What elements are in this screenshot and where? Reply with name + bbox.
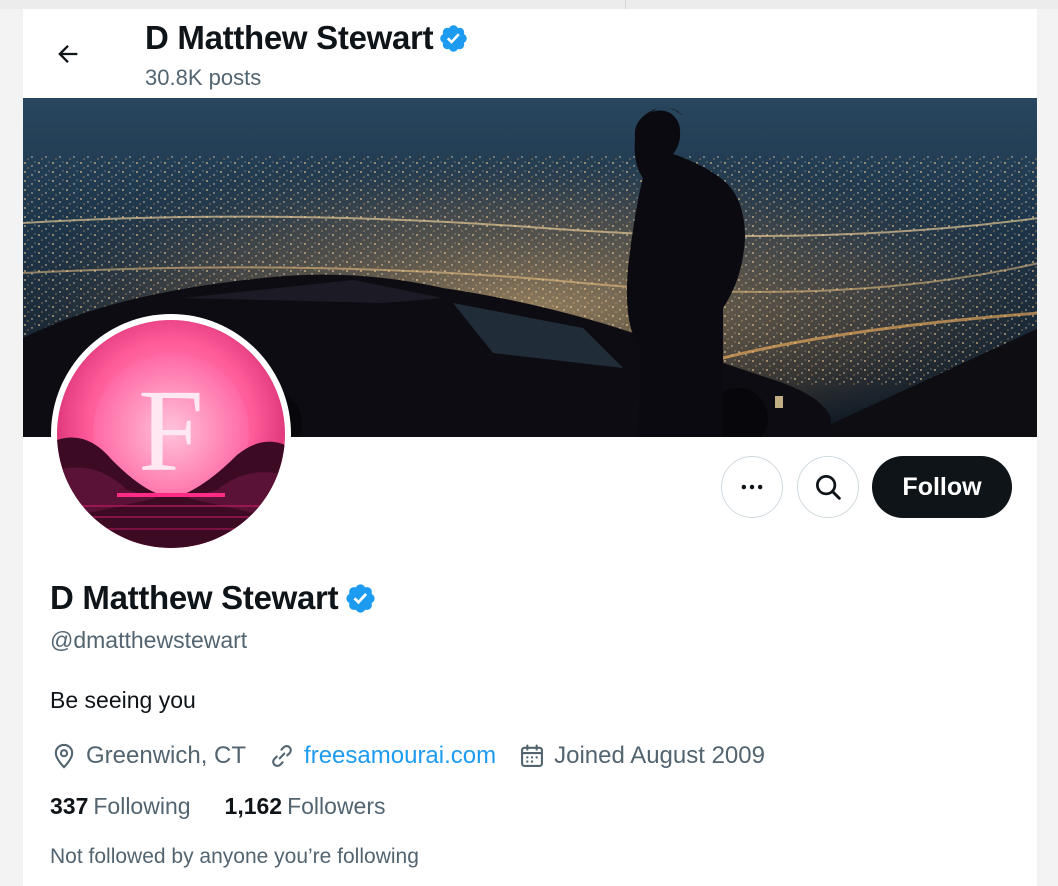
arrow-left-icon [58,45,78,63]
back-button[interactable] [49,35,87,73]
browser-tab-strip [0,0,626,9]
location-text: Greenwich, CT [86,742,247,769]
avatar-image: F [57,320,285,548]
profile-page: D Matthew Stewart 30.8K posts F Follow D… [22,9,1038,886]
mutual-followers-note: Not followed by anyone you’re following [50,845,419,868]
profile-meta: Greenwich, CT freesamourai.com Joined Au… [50,739,787,773]
followers-count: 1,162 [224,793,283,819]
verified-badge-icon [440,24,468,52]
search-profile-button[interactable] [797,456,859,518]
calendar-icon [521,744,544,767]
follow-button[interactable]: Follow [872,456,1012,518]
avatar-letter: F [138,365,204,496]
following-label: Following [93,793,191,819]
website-item[interactable]: freesamourai.com [268,742,496,770]
header-name-text: D Matthew Stewart [145,19,434,56]
joined-text: Joined August 2009 [554,742,765,769]
following-count: 337 [50,793,89,819]
post-count: 30.8K posts [145,65,262,90]
profile-header: D Matthew Stewart 30.8K posts [23,9,1037,98]
followers-label: Followers [287,793,386,819]
profile-name: D Matthew Stewart [50,579,377,617]
browser-top-strip [0,0,1058,9]
header-title: D Matthew Stewart [145,19,469,57]
joined-item: Joined August 2009 [518,742,765,770]
verified-badge-icon[interactable] [344,582,377,615]
avatar[interactable]: F [51,314,291,554]
link-icon [272,745,292,767]
location-item: Greenwich, CT [50,742,246,770]
location-pin-icon [54,743,74,769]
website-link[interactable]: freesamourai.com [304,742,496,770]
profile-name-text: D Matthew Stewart [50,579,339,616]
more-options-button[interactable] [721,456,783,518]
follow-stats: 337 Following 1,162 Followers [50,793,420,820]
more-horizontal-icon [741,484,763,490]
search-icon [816,475,841,500]
profile-bio: Be seeing you [50,687,196,713]
profile-handle: @dmatthewstewart [50,627,248,653]
followers-link[interactable]: 1,162 Followers [225,793,386,820]
following-link[interactable]: 337 Following [50,793,191,820]
